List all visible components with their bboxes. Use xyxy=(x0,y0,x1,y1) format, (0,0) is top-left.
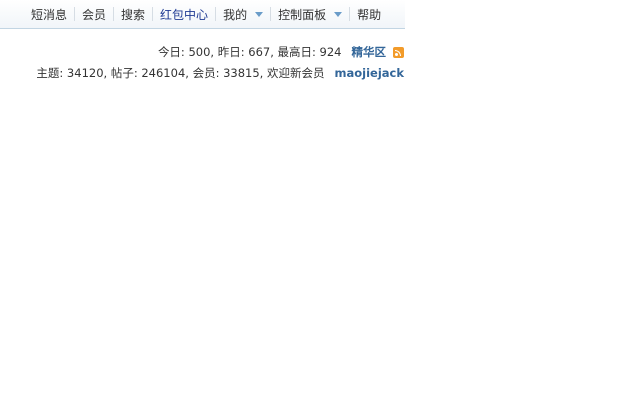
forum-stats: 今日: 500, 昨日: 667, 最高日: 924 精华区 主题: 34120… xyxy=(36,42,404,84)
nav-members-label: 会员 xyxy=(82,7,107,22)
nav-my[interactable]: 我的 xyxy=(215,7,270,22)
nav-red-packet-center-label: 红包中心 xyxy=(160,7,209,22)
nav-control-panel-label: 控制面板 xyxy=(278,7,327,22)
chevron-down-icon[interactable] xyxy=(255,11,264,17)
new-member-link[interactable]: maojiejack xyxy=(335,63,405,84)
chevron-down-icon[interactable] xyxy=(334,11,343,17)
nav-short-messages-label: 短消息 xyxy=(31,7,68,22)
rss-icon[interactable] xyxy=(393,47,404,58)
nav-my-label: 我的 xyxy=(223,7,248,22)
nav-search[interactable]: 搜索 xyxy=(113,7,152,22)
nav-members[interactable]: 会员 xyxy=(74,7,113,22)
digest-link[interactable]: 精华区 xyxy=(352,42,387,63)
top-navbar: 短消息 会员 搜索 红包中心 我的 控制面板 帮助 xyxy=(0,0,405,29)
stats-row-daily: 今日: 500, 昨日: 667, 最高日: 924 精华区 xyxy=(36,42,404,63)
nav-help-label: 帮助 xyxy=(357,7,382,22)
stats-row-totals: 主题: 34120, 帖子: 246104, 会员: 33815, 欢迎新会员 … xyxy=(36,63,404,84)
nav-short-messages[interactable]: 短消息 xyxy=(24,7,74,22)
nav-red-packet-center[interactable]: 红包中心 xyxy=(152,7,215,22)
daily-post-stats: 今日: 500, 昨日: 667, 最高日: 924 xyxy=(157,45,342,59)
total-stats: 主题: 34120, 帖子: 246104, 会员: 33815, 欢迎新会员 xyxy=(36,66,325,80)
nav-search-label: 搜索 xyxy=(121,7,146,22)
nav-control-panel[interactable]: 控制面板 xyxy=(270,7,349,22)
nav-help[interactable]: 帮助 xyxy=(349,7,388,22)
